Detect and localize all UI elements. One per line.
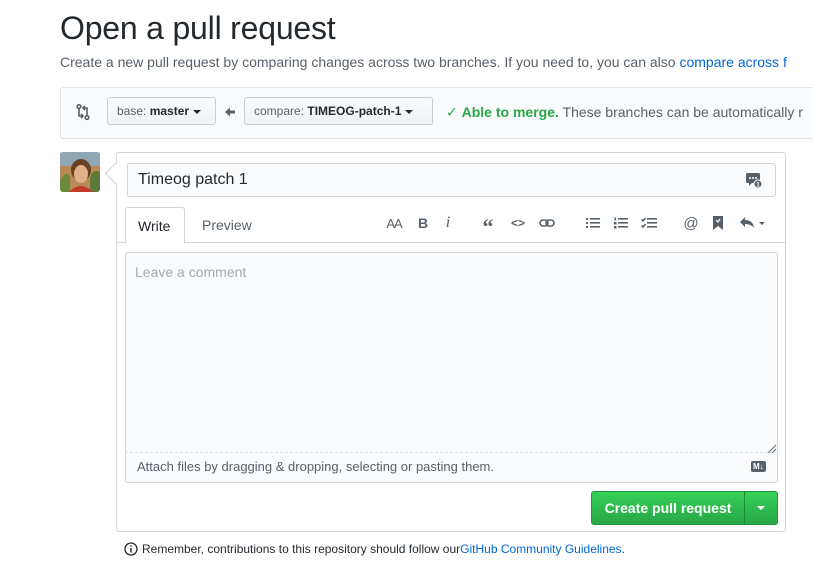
guidelines-text: Remember, contributions to this reposito… bbox=[142, 542, 461, 556]
chevron-down-icon bbox=[757, 506, 765, 510]
quote-tool-icon[interactable]: “ bbox=[477, 212, 499, 239]
link-tool-icon[interactable] bbox=[536, 212, 558, 234]
bookmark-tool-icon[interactable] bbox=[707, 212, 729, 234]
create-options-dropdown[interactable] bbox=[744, 491, 778, 525]
reply-tool-icon[interactable] bbox=[738, 212, 768, 234]
heading-tool-icon[interactable]: AA bbox=[383, 212, 405, 234]
compare-across-forks-link[interactable]: compare across f bbox=[679, 54, 786, 70]
bold-tool-icon[interactable]: B bbox=[412, 212, 434, 234]
guidelines-end: . bbox=[621, 542, 625, 556]
saved-replies-icon[interactable]: 1 bbox=[745, 171, 763, 194]
comment-textarea[interactable]: Leave a comment bbox=[125, 252, 778, 453]
page-subtitle: Create a new pull request by comparing c… bbox=[60, 54, 787, 70]
subtitle-text: Create a new pull request by comparing c… bbox=[60, 54, 680, 70]
mention-tool-icon[interactable]: @ bbox=[680, 212, 702, 234]
check-icon: ✓ bbox=[446, 104, 458, 120]
compare-branch-name: TIMEOG-patch-1 bbox=[307, 104, 402, 118]
bulleted-list-tool-icon[interactable] bbox=[582, 212, 604, 234]
merge-status-label: Able to merge. bbox=[461, 104, 559, 120]
italic-tool-icon[interactable]: i bbox=[437, 212, 459, 234]
range-editor: base: master compare: TIMEOG-patch-1 ✓ A… bbox=[60, 87, 813, 139]
code-tool-icon[interactable]: <> bbox=[507, 212, 529, 234]
attach-files-bar[interactable]: Attach files by dragging & dropping, sel… bbox=[125, 453, 778, 483]
chevron-down-icon bbox=[193, 109, 202, 114]
base-branch-name: master bbox=[149, 104, 190, 118]
base-prefix: base: bbox=[117, 104, 147, 118]
numbered-list-tool-icon[interactable] bbox=[610, 212, 632, 234]
pr-title-input[interactable]: Timeog patch 1 bbox=[127, 163, 776, 197]
tab-write[interactable]: Write bbox=[125, 207, 185, 244]
markdown-icon[interactable]: M↓ bbox=[751, 461, 766, 472]
compare-branch-select[interactable]: compare: TIMEOG-patch-1 bbox=[244, 97, 433, 125]
info-icon bbox=[124, 542, 138, 556]
compare-prefix: compare: bbox=[254, 104, 305, 118]
community-guidelines-link[interactable]: GitHub Community Guidelines bbox=[460, 542, 621, 556]
page-title: Open a pull request bbox=[60, 10, 336, 46]
merge-status: ✓ Able to merge. These branches can be a… bbox=[446, 104, 803, 121]
arrow-left-icon bbox=[224, 105, 236, 123]
chevron-down-icon bbox=[405, 109, 414, 114]
task-list-tool-icon[interactable] bbox=[638, 212, 660, 234]
guidelines-note: Remember, contributions to this reposito… bbox=[124, 542, 625, 556]
tab-preview[interactable]: Preview bbox=[190, 207, 264, 243]
create-pull-request-button[interactable]: Create pull request bbox=[591, 491, 745, 525]
merge-status-detail: These branches can be automatically r bbox=[558, 104, 803, 120]
avatar[interactable] bbox=[60, 152, 100, 192]
base-branch-select[interactable]: base: master bbox=[107, 97, 216, 125]
git-compare-icon bbox=[75, 103, 91, 126]
